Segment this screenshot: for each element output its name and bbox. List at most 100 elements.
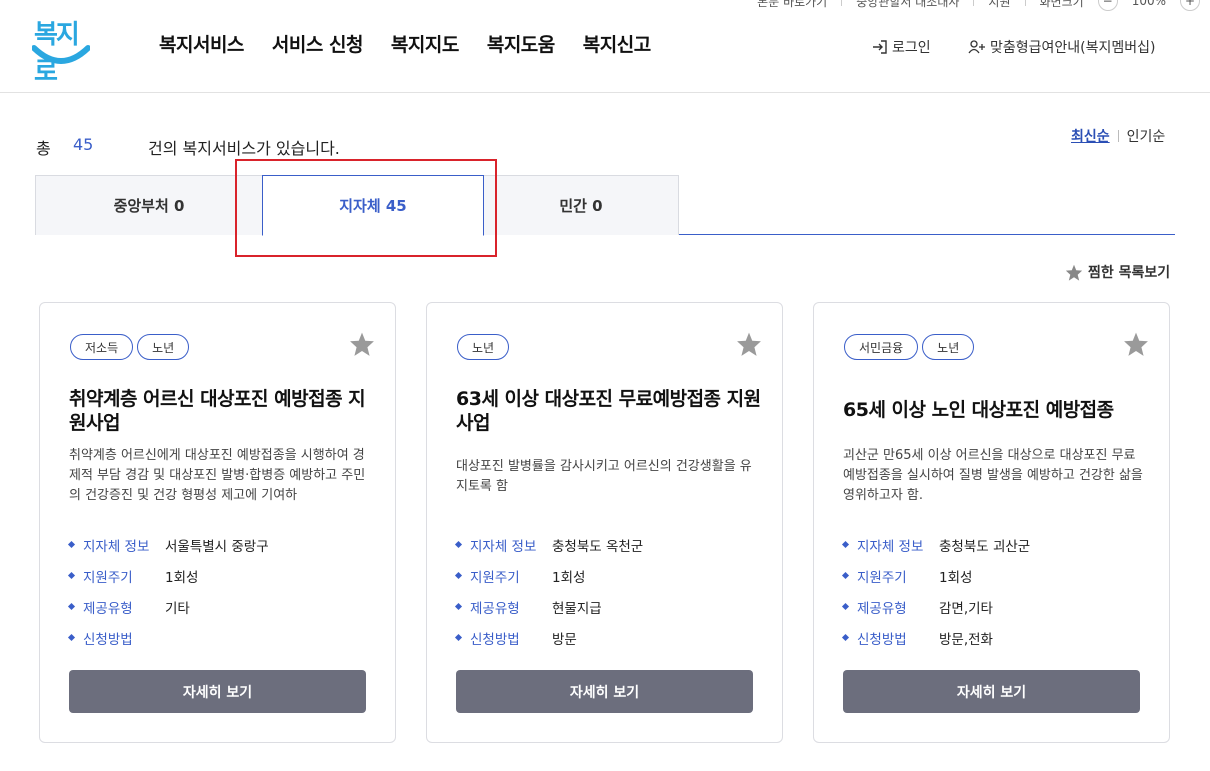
info-value: 방문,전화: [939, 631, 993, 648]
sort-popular[interactable]: 인기순: [1127, 126, 1166, 146]
bullet-icon: [454, 571, 463, 580]
card-title[interactable]: 65세 이상 노인 대상포진 예방접종: [843, 398, 1148, 422]
card-description: 취약계층 어르신에게 대상포진 예방접종을 시행하여 경제적 부담 경감 및 대…: [69, 448, 366, 503]
bullet-icon: [841, 633, 850, 642]
info-row: 제공유형 감면,기타: [841, 591, 1030, 622]
info-value: 기타: [165, 600, 190, 617]
info-row: 신청방법: [67, 622, 269, 653]
info-row: 지원주기 1회성: [841, 560, 1030, 591]
login-link[interactable]: 로그인: [872, 37, 931, 57]
favorite-star-icon[interactable]: [736, 331, 762, 357]
info-value: 충청북도 괴산군: [939, 538, 1031, 555]
bullet-icon: [454, 633, 463, 642]
service-card: 노년 63세 이상 대상포진 무료예방접종 지원사업 대상포진 발병률을 감사시…: [426, 302, 783, 743]
login-label: 로그인: [892, 40, 931, 56]
info-list: 지자체 정보 충청북도 옥천군 지원주기 1회성 제공유형 현물지급 신청방법 방문: [454, 529, 644, 653]
bullet-icon: [841, 540, 850, 549]
logo-smile-icon: [32, 45, 90, 64]
info-value: 충청북도 옥천군: [552, 538, 644, 555]
result-summary: 총 45 건의 복지서비스가 있습니다.: [36, 135, 340, 159]
bullet-icon: [67, 602, 76, 611]
favorite-star-icon[interactable]: [349, 331, 375, 357]
card-description: 괴산군 만65세 이상 어르신을 대상으로 대상포진 무료 예방접종을 실시하여…: [843, 448, 1143, 503]
info-label: 지자체 정보: [857, 538, 924, 555]
info-row: 신청방법 방문,전화: [841, 622, 1030, 653]
info-value: 1회성: [552, 569, 586, 586]
card-title[interactable]: 취약계층 어르신 대상포진 예방접종 지원사업: [69, 387, 374, 435]
info-row: 지원주기 1회성: [67, 560, 269, 591]
info-label: 신청방법: [857, 631, 907, 648]
bullet-icon: [67, 633, 76, 642]
info-label: 신청방법: [470, 631, 520, 648]
bullet-icon: [841, 602, 850, 611]
info-row: 제공유형 기타: [67, 591, 269, 622]
tag[interactable]: 저소득: [70, 334, 134, 360]
nav-service-apply[interactable]: 서비스 신청: [272, 30, 364, 57]
info-list: 지자체 정보 충청북도 괴산군 지원주기 1회성 제공유형 감면,기타 신청방법 방문,…: [841, 529, 1031, 653]
divider: [1117, 130, 1119, 142]
info-value: 방문: [552, 631, 577, 648]
detail-button[interactable]: 자세히 보기: [456, 670, 753, 713]
info-row: 제공유형 현물지급: [454, 591, 643, 622]
category-tabs: 중앙부처 0 민간 0 지자체 45: [35, 175, 1175, 236]
login-icon: [873, 40, 887, 54]
tab-central[interactable]: 중앙부처 0: [35, 175, 263, 235]
tag[interactable]: 서민금융: [844, 334, 919, 360]
logo[interactable]: 복지로: [30, 14, 94, 87]
main-nav: 복지서비스 서비스 신청 복지지도 복지도움 복지신고: [159, 30, 651, 57]
favorite-star-icon[interactable]: [1123, 331, 1149, 357]
bullet-icon: [841, 571, 850, 580]
tab-private[interactable]: 민간 0: [483, 175, 679, 235]
card-description: 대상포진 발병률을 감사시키고 어르신의 건강생활을 유지토록 함: [456, 459, 752, 494]
bullet-icon: [454, 540, 463, 549]
info-label: 지자체 정보: [470, 538, 537, 555]
nav-welfare-help[interactable]: 복지도움: [487, 30, 555, 57]
sort-latest[interactable]: 최신순: [1071, 126, 1110, 146]
info-row: 지자체 정보 충청북도 옥천군: [454, 529, 644, 560]
star-icon: [1065, 264, 1083, 281]
info-label: 제공유형: [83, 600, 133, 617]
info-label: 제공유형: [857, 600, 907, 617]
info-row: 지자체 정보 충청북도 괴산군: [841, 529, 1031, 560]
nav-welfare-services[interactable]: 복지서비스: [159, 30, 244, 57]
info-label: 지원주기: [470, 569, 520, 586]
summary-prefix: 총: [36, 139, 51, 158]
service-card: 서민금융 노년 65세 이상 노인 대상포진 예방접종 괴산군 만65세 이상 …: [813, 302, 1170, 743]
info-label: 지원주기: [857, 569, 907, 586]
info-label: 지자체 정보: [83, 538, 150, 555]
summary-suffix: 건의 복지서비스가 있습니다.: [148, 139, 340, 158]
favorite-list-label: 찜한 목록보기: [1088, 265, 1171, 281]
info-list: 지자체 정보 서울특별시 중랑구 지원주기 1회성 제공유형 기타 신청방법: [67, 529, 269, 653]
tag-list: 저소득 노년: [70, 334, 190, 360]
info-row: 지원주기 1회성: [454, 560, 643, 591]
user-plus-icon: [968, 40, 985, 54]
sort-options: 최신순 인기순: [1071, 126, 1165, 146]
favorite-list-link[interactable]: 찜한 목록보기: [1065, 262, 1170, 282]
info-label: 제공유형: [470, 600, 520, 617]
tag[interactable]: 노년: [457, 334, 510, 360]
nav-welfare-map[interactable]: 복지지도: [391, 30, 459, 57]
info-row: 신청방법 방문: [454, 622, 643, 653]
membership-label: 맞춤형급여안내(복지멤버십): [990, 40, 1156, 56]
bullet-icon: [67, 571, 76, 580]
info-value: 1회성: [165, 569, 199, 586]
tag[interactable]: 노년: [922, 334, 975, 360]
site-header: 복지로 복지서비스 서비스 신청 복지지도 복지도움 복지신고 로그인 맞춤형급…: [0, 0, 1210, 93]
info-value: 1회성: [939, 569, 973, 586]
service-card: 저소득 노년 취약계층 어르신 대상포진 예방접종 지원사업 취약계층 어르신에…: [39, 302, 396, 743]
membership-link[interactable]: 맞춤형급여안내(복지멤버십): [968, 37, 1155, 57]
nav-welfare-report[interactable]: 복지신고: [583, 30, 651, 57]
info-row: 지자체 정보 서울특별시 중랑구: [67, 529, 269, 560]
card-title[interactable]: 63세 이상 대상포진 무료예방접종 지원사업: [456, 387, 761, 435]
result-count: 45: [73, 135, 94, 154]
bullet-icon: [454, 602, 463, 611]
detail-button[interactable]: 자세히 보기: [69, 670, 366, 713]
info-label: 신청방법: [83, 631, 133, 648]
info-label: 지원주기: [83, 569, 133, 586]
bullet-icon: [67, 540, 76, 549]
tab-local-gov[interactable]: 지자체 45: [262, 175, 484, 236]
tag[interactable]: 노년: [137, 334, 190, 360]
info-value: 현물지급: [552, 600, 602, 617]
info-value: 감면,기타: [939, 600, 993, 617]
detail-button[interactable]: 자세히 보기: [843, 670, 1140, 713]
